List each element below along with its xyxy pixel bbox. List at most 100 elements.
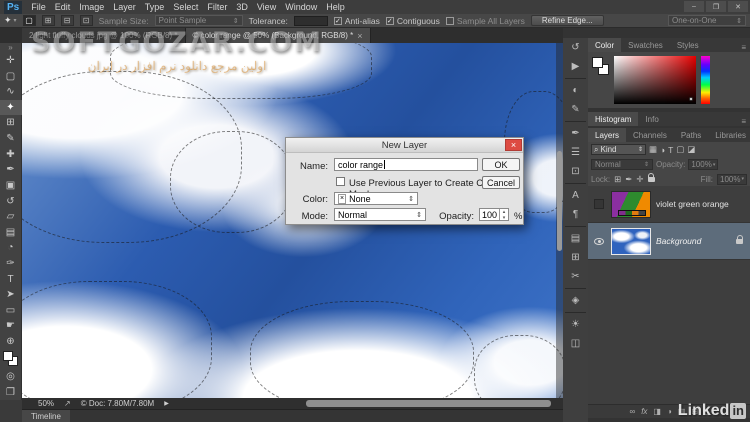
dialog-close-button[interactable]: × xyxy=(505,139,522,151)
close-button[interactable]: ✕ xyxy=(728,1,748,12)
workspace-dropdown[interactable]: One-on-One ⇕ xyxy=(668,15,746,26)
mode-dropdown[interactable]: Normal ⇕ xyxy=(334,208,426,221)
character-panel-icon[interactable]: A xyxy=(563,186,588,205)
add-selection-mode-icon[interactable]: ⊞ xyxy=(42,15,55,26)
hue-slider[interactable] xyxy=(701,56,710,104)
healing-brush-tool-icon[interactable]: ✚ xyxy=(0,146,22,162)
visibility-toggle[interactable] xyxy=(592,238,606,245)
dialog-title-bar[interactable]: New Layer xyxy=(286,138,523,153)
sample-size-dropdown[interactable]: Point Sample ⇕ xyxy=(155,15,243,26)
tolerance-input[interactable] xyxy=(294,16,328,26)
pen-tool-icon[interactable]: ✑ xyxy=(0,256,22,272)
opacity-spinner[interactable]: 100 ▴▾ xyxy=(479,208,509,221)
filter-shape-layers-icon[interactable]: ▢ xyxy=(676,144,684,155)
menu-filter[interactable]: Filter xyxy=(207,2,227,12)
new-selection-mode-icon[interactable]: ▢ xyxy=(23,15,36,26)
panel-menu-icon[interactable]: ≡ xyxy=(741,117,750,126)
layer-name[interactable]: violet green orange xyxy=(656,199,729,209)
menu-edit[interactable]: Edit xyxy=(55,2,71,12)
anti-alias-checkbox[interactable]: ✓ Anti-alias xyxy=(334,16,380,26)
restore-button[interactable]: ❐ xyxy=(706,1,726,12)
menu-select[interactable]: Select xyxy=(173,2,198,12)
visibility-toggle[interactable] xyxy=(592,199,606,209)
libraries-panel-icon[interactable]: ◫ xyxy=(563,334,588,353)
zoom-level[interactable]: 50% xyxy=(38,399,54,408)
layer-effects-icon[interactable]: fx xyxy=(641,407,647,416)
color-dropdown[interactable]: × None ⇕ xyxy=(334,192,418,205)
contiguous-checkbox[interactable]: ✓ Contiguous xyxy=(386,16,440,26)
magic-wand-tool-icon[interactable]: ✦ xyxy=(0,100,22,116)
foreground-color-swatch[interactable] xyxy=(3,351,13,361)
intersect-selection-mode-icon[interactable]: ⊡ xyxy=(80,15,93,26)
menu-help[interactable]: Help xyxy=(326,2,345,12)
lock-all-icon[interactable] xyxy=(648,177,655,182)
spinner-arrows-icon[interactable]: ▴▾ xyxy=(499,209,508,220)
opacity-value-box[interactable]: 100% ▾ xyxy=(688,159,718,170)
lasso-tool-icon[interactable]: ∿ xyxy=(0,84,22,100)
blur-tool-icon[interactable]: ◔ xyxy=(0,240,22,256)
magic-wand-tool-badge[interactable]: ✦ ▾ xyxy=(4,15,17,26)
menu-view[interactable]: View xyxy=(257,2,276,12)
lock-position-icon[interactable]: ✛ xyxy=(636,174,643,185)
tab-layers[interactable]: Layers xyxy=(588,128,626,142)
paragraph-panel-icon[interactable]: ¶ xyxy=(563,205,588,224)
layer-thumbnail[interactable] xyxy=(611,191,651,218)
lock-transparent-pixels-icon[interactable]: ⊞ xyxy=(614,174,621,185)
info-panel-icon[interactable]: ▤ xyxy=(563,229,588,248)
styles-panel-icon[interactable]: ✎ xyxy=(563,100,588,119)
history-panel-icon[interactable]: ↺ xyxy=(563,38,588,57)
layer-thumbnail[interactable] xyxy=(611,228,651,255)
refine-edge-button[interactable]: Refine Edge... xyxy=(531,15,604,26)
gradient-tool-icon[interactable]: ▤ xyxy=(0,224,22,240)
properties-panel-icon[interactable]: ☀ xyxy=(563,315,588,334)
layer-name[interactable]: Background xyxy=(656,236,701,246)
tab-libraries[interactable]: Libraries xyxy=(708,128,750,142)
brush-tool-icon[interactable]: ✒ xyxy=(0,162,22,178)
horizontal-scrollbar-thumb[interactable] xyxy=(306,400,551,407)
tab-paths[interactable]: Paths xyxy=(674,128,708,142)
clone-source-panel-icon[interactable]: ⊡ xyxy=(563,162,588,181)
navigator-panel-icon[interactable]: ⊞ xyxy=(563,248,588,267)
tab-channels[interactable]: Channels xyxy=(626,128,674,142)
eyedropper-tool-icon[interactable]: ✎ xyxy=(0,131,22,147)
menu-file[interactable]: File xyxy=(31,2,46,12)
foreground-color-swatch[interactable] xyxy=(592,57,603,68)
share-icon[interactable]: ↗ xyxy=(64,399,71,408)
adjustments-panel-icon[interactable]: ◐ xyxy=(563,81,588,100)
hand-tool-icon[interactable]: ☛ xyxy=(0,318,22,334)
vertical-scrollbar[interactable] xyxy=(556,43,563,398)
tab-close-icon[interactable]: × xyxy=(357,31,362,41)
filter-adjustment-layers-icon[interactable]: ◑ xyxy=(660,145,665,155)
shape-tool-icon[interactable]: ▭ xyxy=(0,303,22,319)
blend-mode-dropdown[interactable]: Normal ⇕ xyxy=(591,159,653,170)
layer-row-violet-green-orange[interactable]: violet green orange xyxy=(588,186,750,223)
eraser-tool-icon[interactable]: ▱ xyxy=(0,209,22,225)
panel-menu-icon[interactable]: ≡ xyxy=(741,43,750,52)
history-brush-tool-icon[interactable]: ↺ xyxy=(0,193,22,209)
vertical-scrollbar-thumb[interactable] xyxy=(557,151,562,251)
sample-all-layers-checkbox[interactable]: Sample All Layers xyxy=(446,16,525,26)
screen-mode-icon[interactable]: ❐ xyxy=(0,384,22,400)
clone-stamp-tool-icon[interactable]: ▣ xyxy=(0,178,22,194)
tab-info[interactable]: Info xyxy=(638,112,665,126)
tab-color[interactable]: Color xyxy=(588,38,621,52)
type-tool-icon[interactable]: T xyxy=(0,271,22,287)
link-layers-icon[interactable]: ∞ xyxy=(629,407,635,416)
ok-button[interactable]: OK xyxy=(482,158,520,171)
brush-settings-panel-icon[interactable]: ✒ xyxy=(563,124,588,143)
saturation-picker[interactable] xyxy=(614,56,696,104)
menu-3d[interactable]: 3D xyxy=(236,2,248,12)
adjustment-layer-icon[interactable]: ◑ xyxy=(667,407,672,416)
layer-filter-dropdown[interactable]: ⌕ Kind ⇕ xyxy=(591,144,646,155)
menu-layer[interactable]: Layer xyxy=(113,2,136,12)
layer-mask-icon[interactable]: ◨ xyxy=(653,407,661,416)
filter-pixel-layers-icon[interactable]: ▦ xyxy=(649,144,657,155)
tab-swatches[interactable]: Swatches xyxy=(621,38,670,52)
status-arrow-icon[interactable]: ▶ xyxy=(164,400,169,407)
timeline-tab[interactable]: Timeline xyxy=(22,410,70,422)
quick-mask-icon[interactable]: ◎ xyxy=(0,369,22,385)
filter-smart-objects-icon[interactable]: ◪ xyxy=(687,144,695,155)
tab-styles[interactable]: Styles xyxy=(670,38,706,52)
layer-name-input[interactable]: color range xyxy=(334,158,478,171)
path-selection-tool-icon[interactable]: ➤ xyxy=(0,287,22,303)
